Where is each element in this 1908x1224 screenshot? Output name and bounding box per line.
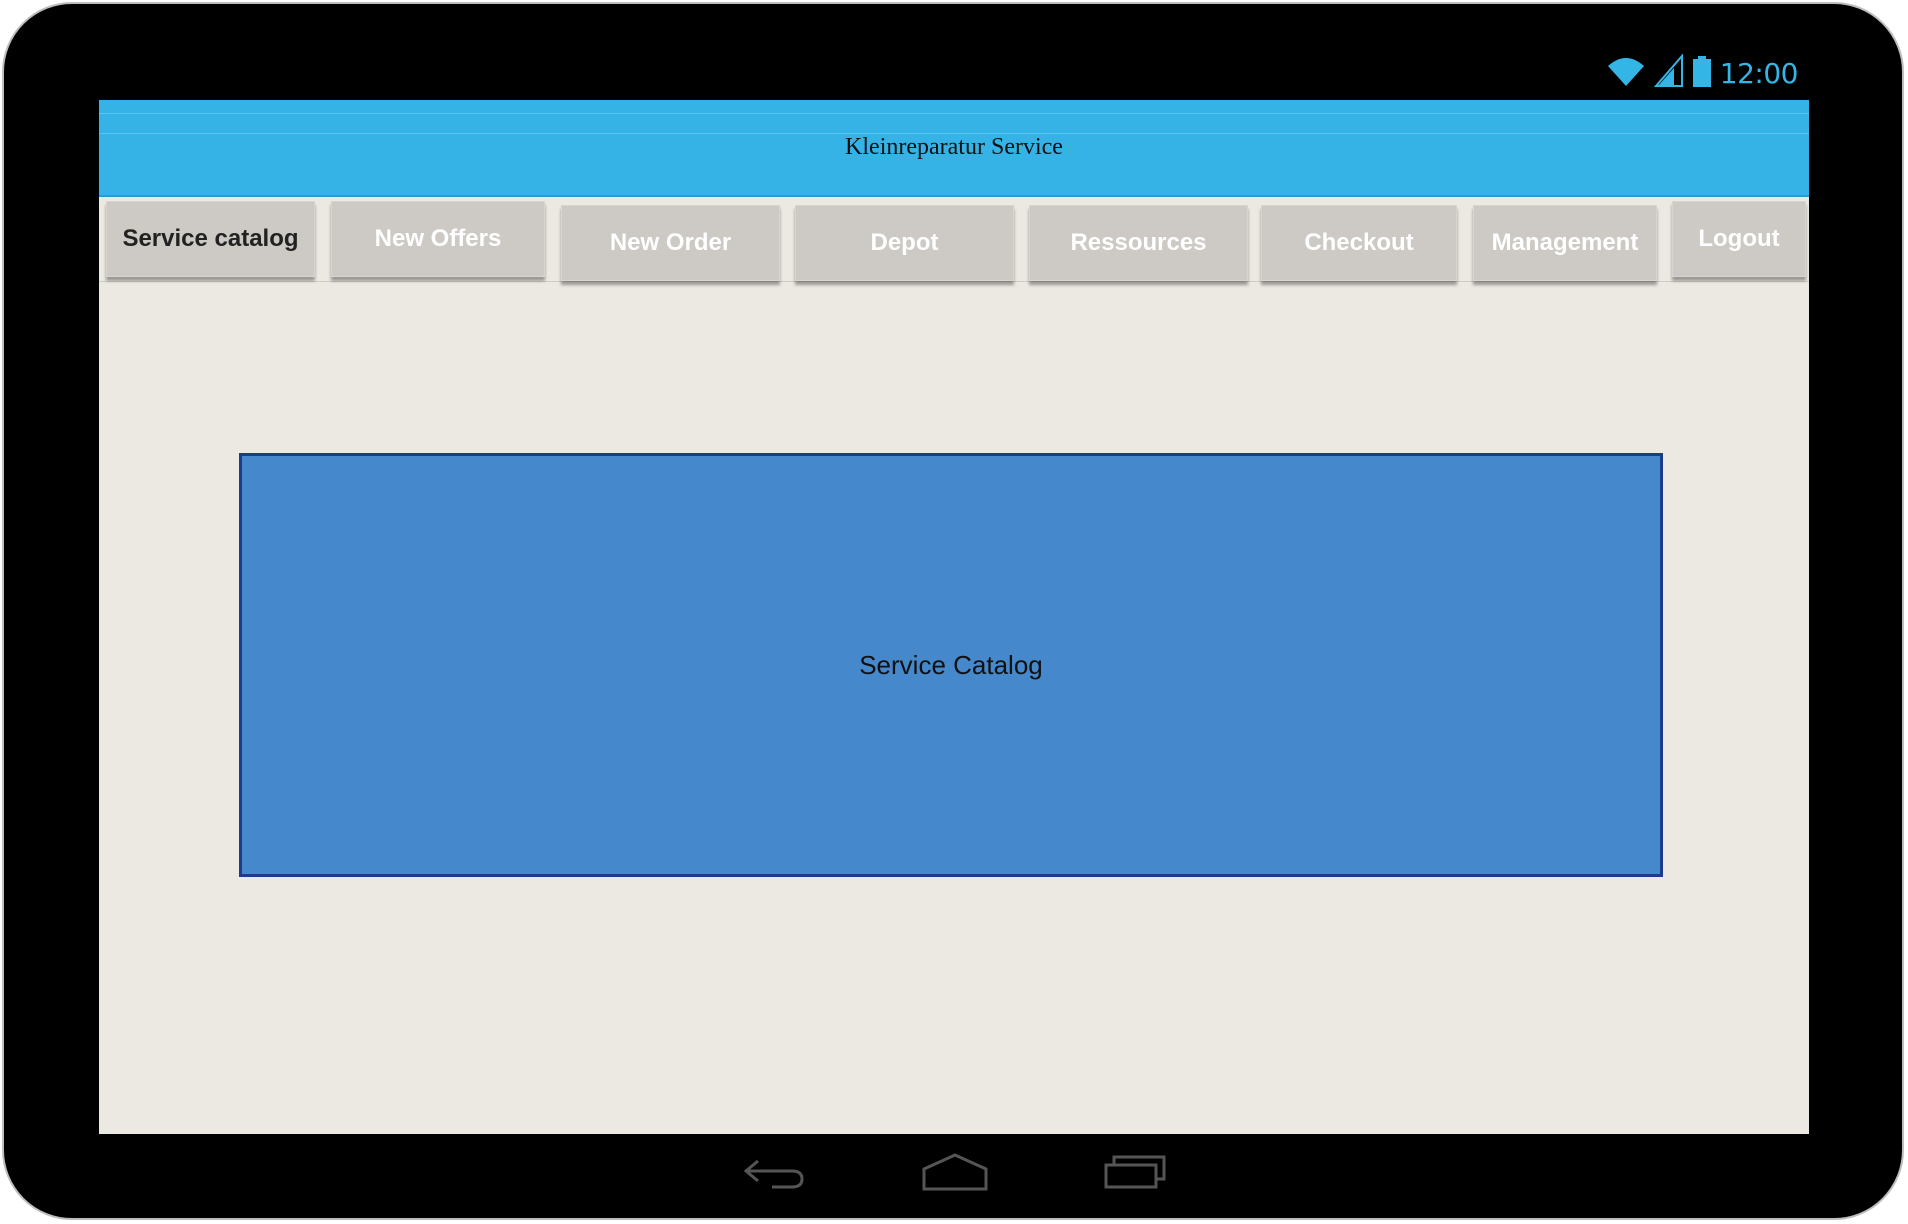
tab-bar: Service catalog New Offers New Order Dep… (99, 197, 1809, 282)
app-header: Kleinreparatur Service (99, 100, 1809, 197)
app-title: Kleinreparatur Service (845, 134, 1063, 160)
status-bar: 12:00 (1606, 52, 1799, 93)
tab-ressources[interactable]: Ressources (1029, 205, 1248, 281)
battery-icon (1692, 54, 1712, 93)
service-catalog-panel[interactable]: Service Catalog (239, 453, 1663, 877)
status-time: 12:00 (1719, 56, 1799, 90)
system-nav-bar (740, 1148, 1170, 1194)
tab-checkout[interactable]: Checkout (1261, 205, 1457, 281)
tab-service-catalog[interactable]: Service catalog (106, 201, 315, 277)
app-screen: Kleinreparatur Service Service catalog N… (99, 100, 1809, 1134)
header-stripe (99, 113, 1809, 114)
tab-new-offers[interactable]: New Offers (331, 201, 545, 277)
tab-management[interactable]: Management (1473, 205, 1657, 281)
tab-depot[interactable]: Depot (795, 205, 1014, 281)
signal-icon (1653, 52, 1684, 93)
home-icon[interactable] (920, 1148, 990, 1194)
service-catalog-label: Service Catalog (859, 649, 1043, 680)
tab-new-order[interactable]: New Order (561, 205, 780, 281)
back-icon[interactable] (740, 1148, 810, 1194)
tab-logout[interactable]: Logout (1672, 201, 1806, 277)
wifi-icon (1606, 54, 1646, 93)
recent-apps-icon[interactable] (1100, 1148, 1170, 1194)
